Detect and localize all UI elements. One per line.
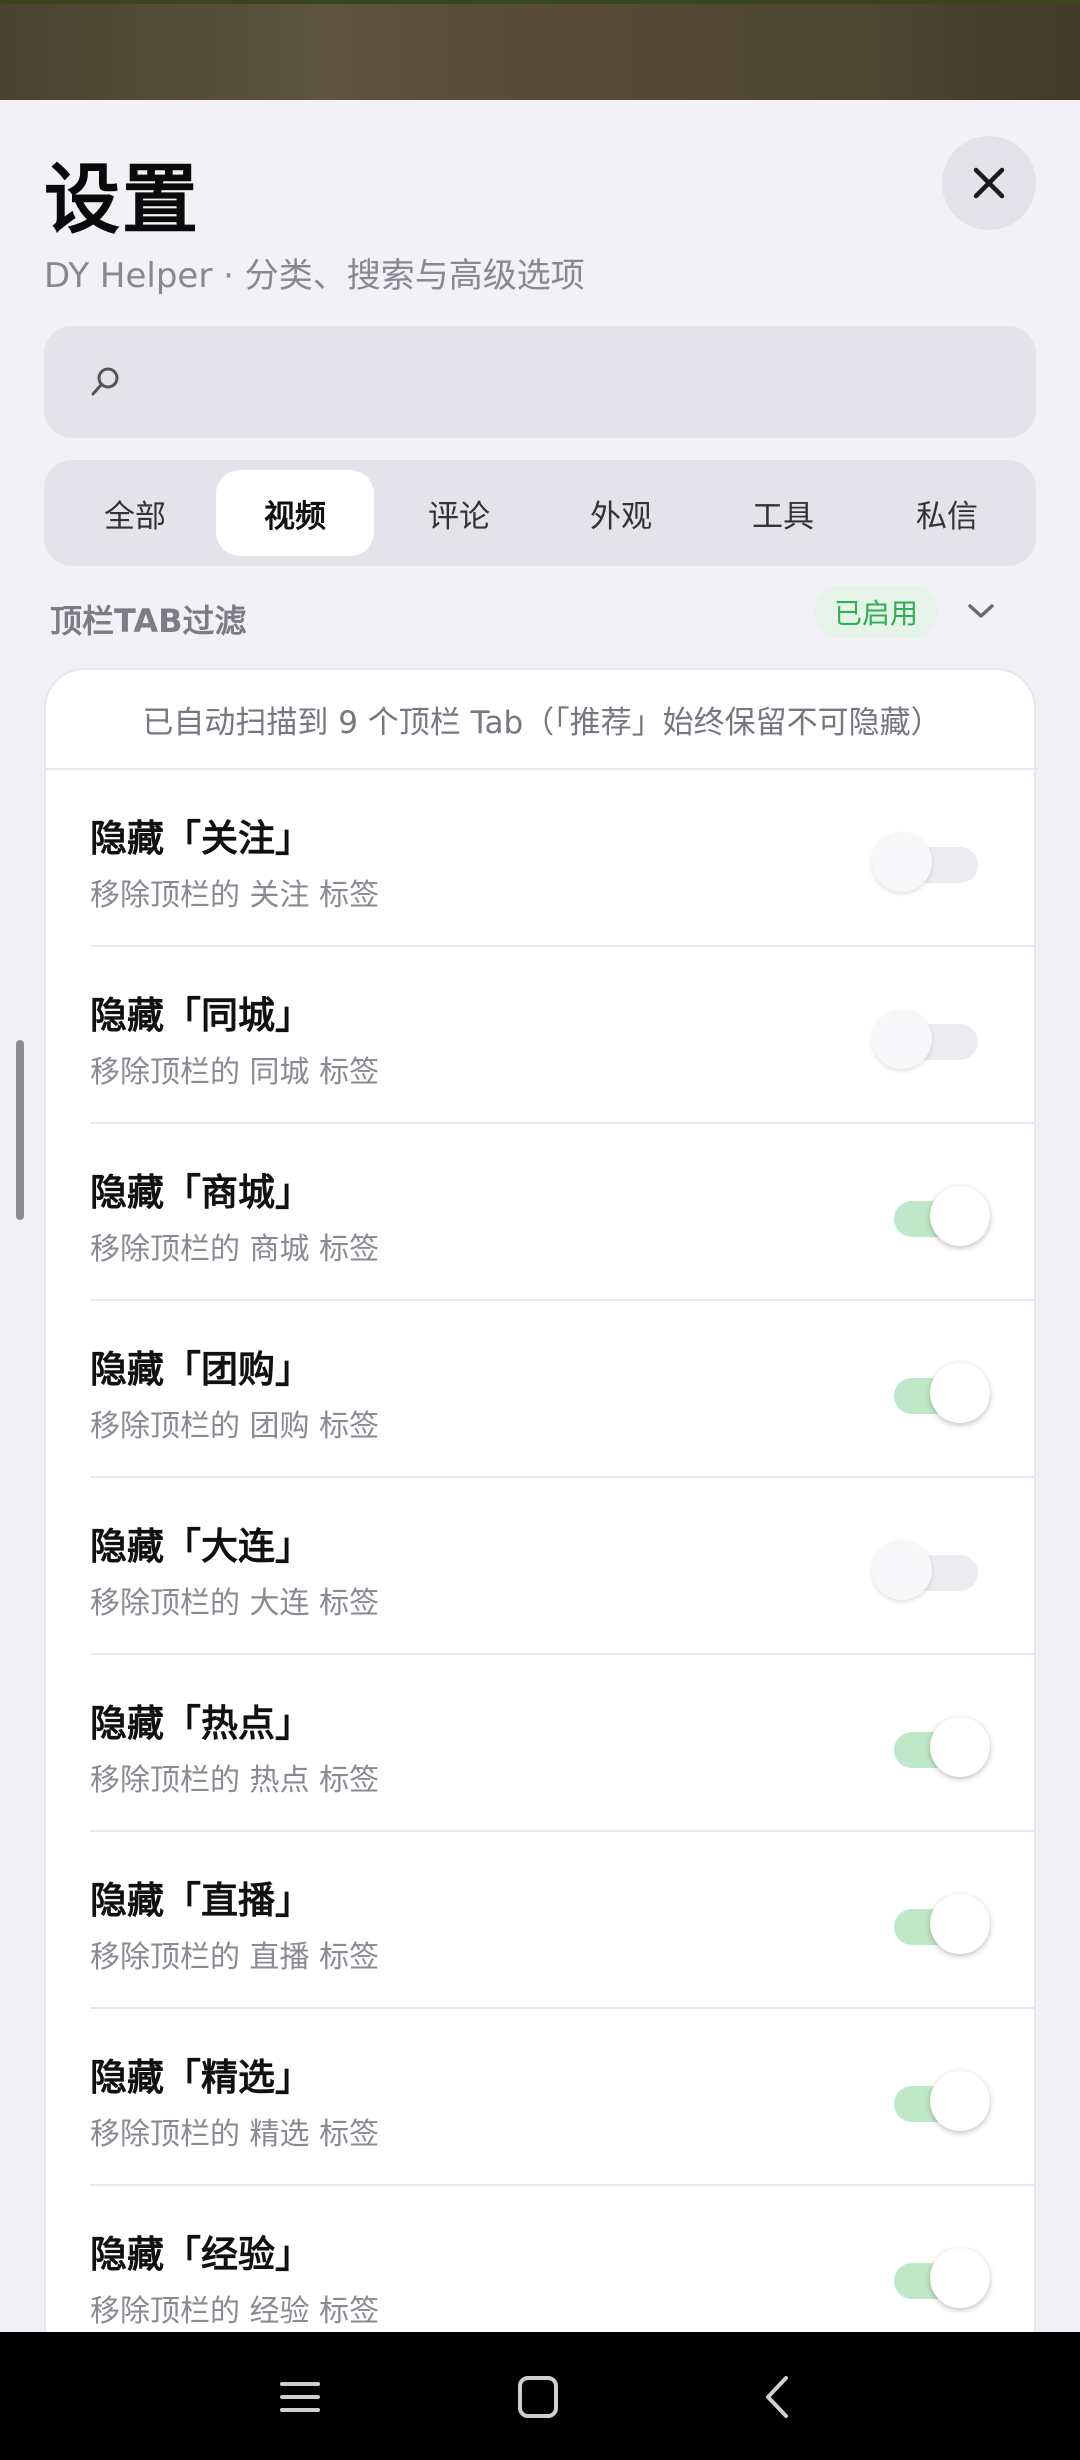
setting-title: 隐藏「关注」: [90, 817, 312, 860]
search-input[interactable]: [144, 326, 1004, 438]
system-nav-bar: [0, 2332, 1080, 2460]
toggle-switch[interactable]: [882, 1186, 992, 1246]
toggle-knob: [930, 1186, 990, 1246]
setting-description: 移除顶栏的 关注 标签: [90, 878, 380, 913]
setting-description: 移除顶栏的 同城 标签: [90, 1055, 380, 1090]
setting-description: 移除顶栏的 直播 标签: [90, 1940, 380, 1975]
back-icon[interactable]: [748, 2372, 808, 2422]
setting-row: 隐藏「热点」移除顶栏的 热点 标签: [90, 1655, 1036, 1832]
setting-description: 移除顶栏的 大连 标签: [90, 1586, 380, 1621]
scan-note: 已自动扫描到 9 个顶栏 Tab（「推荐」始终保留不可隐藏）: [46, 670, 1038, 770]
category-tabs: 全部 视频 评论 外观 工具 私信: [44, 460, 1036, 566]
setting-description: 移除顶栏的 商城 标签: [90, 1232, 380, 1267]
toggle-switch[interactable]: [882, 1717, 992, 1777]
search-bar[interactable]: [44, 326, 1036, 438]
close-button[interactable]: [942, 136, 1036, 230]
setting-row: 隐藏「大连」移除顶栏的 大连 标签: [90, 1478, 1036, 1655]
menu-icon[interactable]: [270, 2372, 330, 2422]
toggle-knob: [930, 2071, 990, 2131]
setting-title: 隐藏「经验」: [90, 2233, 312, 2276]
setting-row: 隐藏「精选」移除顶栏的 精选 标签: [90, 2009, 1036, 2186]
toggle-knob: [930, 1717, 990, 1777]
toggle-switch[interactable]: [872, 1540, 992, 1600]
setting-row: 隐藏「商城」移除顶栏的 商城 标签: [90, 1124, 1036, 1301]
tab-filter-card: 已自动扫描到 9 个顶栏 Tab（「推荐」始终保留不可隐藏） 隐藏「关注」移除顶…: [44, 668, 1038, 2332]
setting-description: 移除顶栏的 团购 标签: [90, 1409, 380, 1444]
page-title: 设置: [44, 155, 200, 244]
setting-title: 隐藏「直播」: [90, 1879, 312, 1922]
setting-title: 隐藏「团购」: [90, 1348, 312, 1391]
setting-title: 隐藏「精选」: [90, 2056, 312, 2099]
scrollbar[interactable]: [16, 1040, 24, 1220]
toggle-knob: [872, 1009, 932, 1069]
tab-3[interactable]: 外观: [542, 470, 700, 556]
toggle-knob: [872, 1540, 932, 1600]
setting-description: 移除顶栏的 热点 标签: [90, 1763, 380, 1798]
setting-row: 隐藏「直播」移除顶栏的 直播 标签: [90, 1832, 1036, 2009]
toggle-switch[interactable]: [882, 2071, 992, 2131]
setting-description: 移除顶栏的 精选 标签: [90, 2117, 380, 2152]
tab-5[interactable]: 私信: [868, 470, 1026, 556]
toggle-knob: [872, 832, 932, 892]
toggle-switch[interactable]: [872, 832, 992, 892]
setting-title: 隐藏「商城」: [90, 1171, 312, 1214]
setting-row: 隐藏「经验」移除顶栏的 经验 标签: [90, 2186, 1036, 2332]
tab-0[interactable]: 全部: [56, 470, 214, 556]
chevron-down-icon[interactable]: [964, 598, 998, 624]
setting-title: 隐藏「同城」: [90, 994, 312, 1037]
toggle-switch[interactable]: [882, 1894, 992, 1954]
tab-1[interactable]: 视频: [216, 470, 374, 556]
section-header[interactable]: 顶栏TAB过滤 已启用: [50, 586, 1030, 646]
status-badge: 已启用: [814, 586, 939, 638]
background-content-strip: [0, 0, 1080, 100]
toggle-switch[interactable]: [882, 1363, 992, 1423]
setting-title: 隐藏「大连」: [90, 1525, 312, 1568]
settings-sheet: 设置 DY Helper · 分类、搜索与高级选项 全部 视频 评论 外观 工具 私信 顶…: [0, 100, 1080, 2332]
tab-2[interactable]: 评论: [380, 470, 538, 556]
page-subtitle: DY Helper · 分类、搜索与高级选项: [44, 256, 585, 296]
setting-title: 隐藏「热点」: [90, 1702, 312, 1745]
setting-row: 隐藏「团购」移除顶栏的 团购 标签: [90, 1301, 1036, 1478]
toggle-knob: [930, 2248, 990, 2308]
toggle-knob: [930, 1363, 990, 1423]
search-icon: [91, 367, 119, 396]
toggle-switch[interactable]: [872, 1009, 992, 1069]
tab-4[interactable]: 工具: [704, 470, 862, 556]
setting-row: 隐藏「关注」移除顶栏的 关注 标签: [90, 770, 1036, 947]
toggle-knob: [930, 1894, 990, 1954]
close-icon: [973, 167, 1005, 199]
home-icon[interactable]: [508, 2372, 568, 2422]
setting-row: 隐藏「同城」移除顶栏的 同城 标签: [90, 947, 1036, 1124]
toggle-switch[interactable]: [882, 2248, 992, 2308]
setting-description: 移除顶栏的 经验 标签: [90, 2294, 380, 2329]
section-title: 顶栏TAB过滤: [50, 602, 247, 640]
